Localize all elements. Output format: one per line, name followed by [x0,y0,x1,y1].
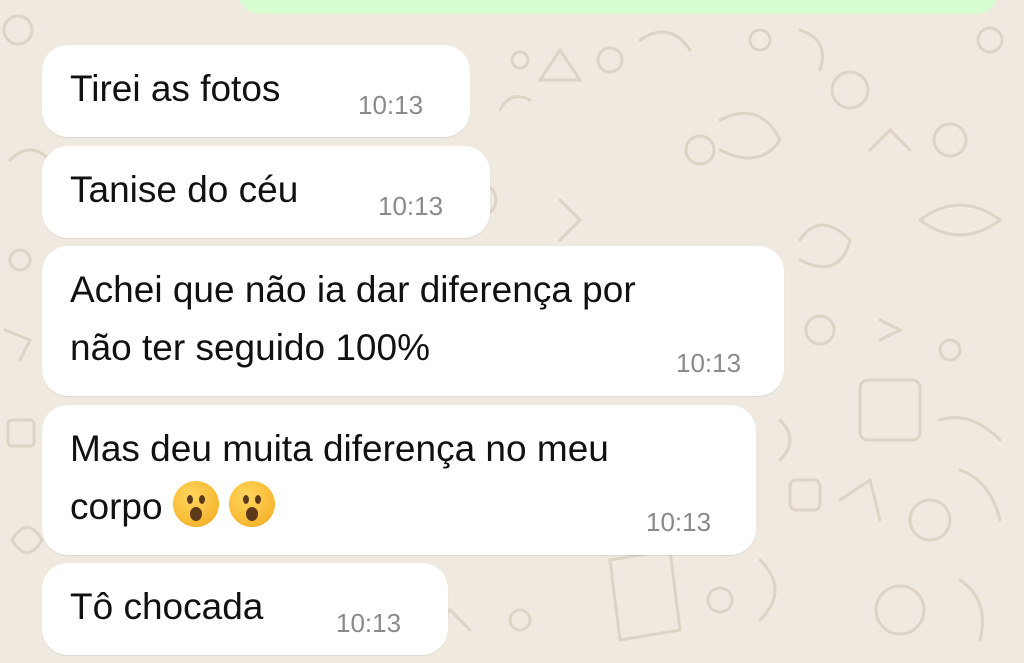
message-bubble[interactable]: Tirei as fotos 10:13 [42,45,470,137]
message-bubble[interactable]: Achei que não ia dar diferença por não t… [42,246,784,396]
astonished-face-emoji-icon [172,481,219,527]
message-text: Tô chocada [70,586,264,627]
message-bubble[interactable]: Mas deu muita diferença no meu corpo 10:… [42,405,756,555]
message-bubble[interactable]: Tô chocada 10:13 [42,563,448,655]
message-text-line-2: não ter seguido 100% [70,327,430,368]
message-timestamp: 10:13 [646,507,712,537]
message-text-line-1: Mas deu muita diferença no meu [70,428,609,469]
message-timestamp: 10:13 [676,348,742,378]
message-text: Tanise do céu [70,169,299,210]
message-text-line-1: Achei que não ia dar diferença por [70,269,636,310]
message-timestamp: 10:13 [358,90,424,120]
message-bubble[interactable]: Tanise do céu 10:13 [42,146,490,238]
message-timestamp: 10:13 [378,191,444,221]
message-text-line-2: corpo [70,486,163,527]
message-text: Tirei as fotos [70,68,281,109]
outgoing-message-bubble[interactable] [238,0,998,14]
astonished-face-emoji-icon [228,481,275,527]
message-timestamp: 10:13 [336,608,402,638]
message-text-line-2-wrap: corpo [70,479,275,535]
